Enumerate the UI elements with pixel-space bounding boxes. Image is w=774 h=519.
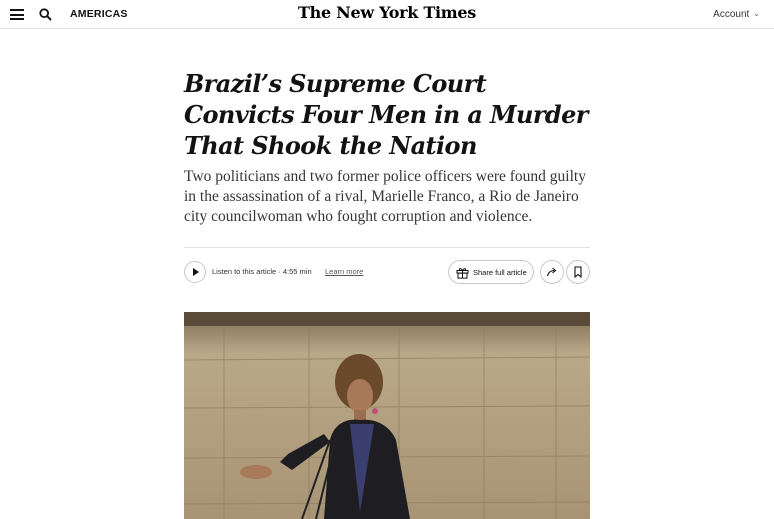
save-button[interactable] xyxy=(566,260,590,284)
play-icon[interactable] xyxy=(184,261,206,283)
article-photo xyxy=(184,312,590,519)
share-button[interactable] xyxy=(540,260,564,284)
share-full-article-label: Share full article xyxy=(473,268,527,277)
listen-to-article-label: Listen to this article · 4:55 min xyxy=(212,267,312,276)
gift-icon xyxy=(456,268,469,279)
share-full-article-button[interactable]: Share full article xyxy=(448,260,534,284)
chevron-down-icon: ⌄ xyxy=(753,9,760,18)
divider xyxy=(184,247,590,248)
learn-more-link[interactable]: Learn more xyxy=(325,267,363,276)
nyt-masthead-logo[interactable]: The New York Times xyxy=(0,3,774,22)
account-label: Account xyxy=(713,9,750,20)
top-navigation-bar: AMERICAS The New York Times Account ⌄ xyxy=(0,0,774,29)
article-summary: Two politicians and two former police of… xyxy=(184,168,586,225)
account-menu[interactable]: Account ⌄ xyxy=(713,9,760,20)
article-header: Brazil’s Supreme Court Convicts Four Men… xyxy=(184,68,590,227)
article-headline: Brazil’s Supreme Court Convicts Four Men… xyxy=(184,69,588,160)
article-toolbar: Listen to this article · 4:55 min Learn … xyxy=(184,260,590,286)
bookmark-icon xyxy=(574,266,582,278)
share-arrow-icon xyxy=(546,267,557,277)
